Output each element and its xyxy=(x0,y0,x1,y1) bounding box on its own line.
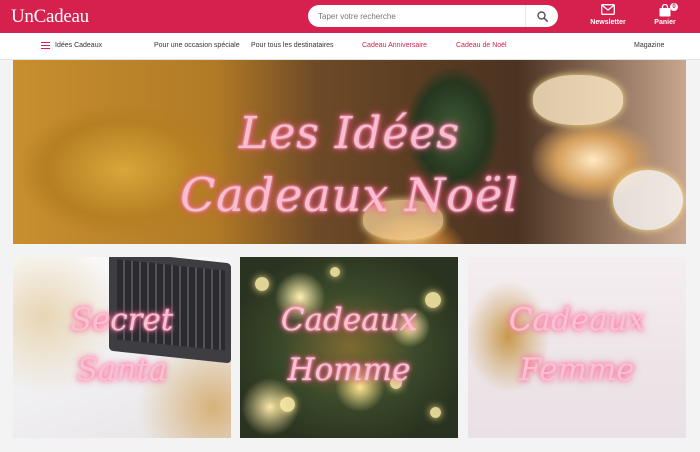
nav-item-magazine[interactable]: Magazine xyxy=(634,42,664,49)
card-title-line1: Cadeaux xyxy=(280,302,418,338)
search-input[interactable] xyxy=(318,5,518,27)
card-title-line1: Cadeaux xyxy=(508,302,646,338)
site-logo[interactable]: UnCadeau xyxy=(11,6,89,28)
mail-icon xyxy=(601,4,615,15)
main-navigation: Idées Cadeaux Pour une occasion spéciale… xyxy=(0,33,700,60)
search-bar xyxy=(308,5,558,27)
category-card-cadeaux-homme[interactable]: Cadeaux Homme xyxy=(240,257,458,438)
card-title-line2: Santa xyxy=(76,352,168,388)
nav-item-destinataires[interactable]: Pour tous les destinataires xyxy=(251,42,334,49)
card-title-line2: Homme xyxy=(287,352,411,388)
newsletter-label: Newsletter xyxy=(590,19,626,26)
hamburger-menu-icon[interactable] xyxy=(41,42,50,50)
category-card-cadeaux-femme[interactable]: Cadeaux Femme xyxy=(468,257,686,438)
bokeh-light xyxy=(255,277,269,291)
category-card-secret-santa[interactable]: Secret Santa xyxy=(13,257,231,438)
hero-title-line2: Cadeaux Noël xyxy=(180,168,519,222)
nav-menu-idees-cadeaux[interactable]: Idées Cadeaux xyxy=(55,42,102,49)
card-title-line2: Femme xyxy=(519,352,635,388)
nav-item-anniversaire[interactable]: Cadeau Anniversaire xyxy=(362,42,427,49)
card-title-line1: Secret xyxy=(70,302,174,338)
newsletter-button[interactable]: Newsletter xyxy=(583,2,633,32)
search-icon xyxy=(536,10,548,22)
search-button[interactable] xyxy=(525,5,558,27)
cart-button[interactable]: 0 Panier xyxy=(640,2,690,32)
cart-count-badge: 0 xyxy=(670,3,678,11)
bokeh-light xyxy=(330,267,340,277)
hero-title-line1: Les Idées xyxy=(238,108,461,159)
top-header: UnCadeau Newsletter 0 Panier xyxy=(0,0,700,33)
nav-item-noel[interactable]: Cadeau de Noël xyxy=(456,42,507,49)
bokeh-light xyxy=(280,397,295,412)
bokeh-light xyxy=(430,407,441,418)
hero-banner[interactable]: Les Idées Cadeaux Noël xyxy=(13,60,686,244)
nav-item-occasion[interactable]: Pour une occasion spéciale xyxy=(154,42,240,49)
cart-label: Panier xyxy=(654,19,676,26)
